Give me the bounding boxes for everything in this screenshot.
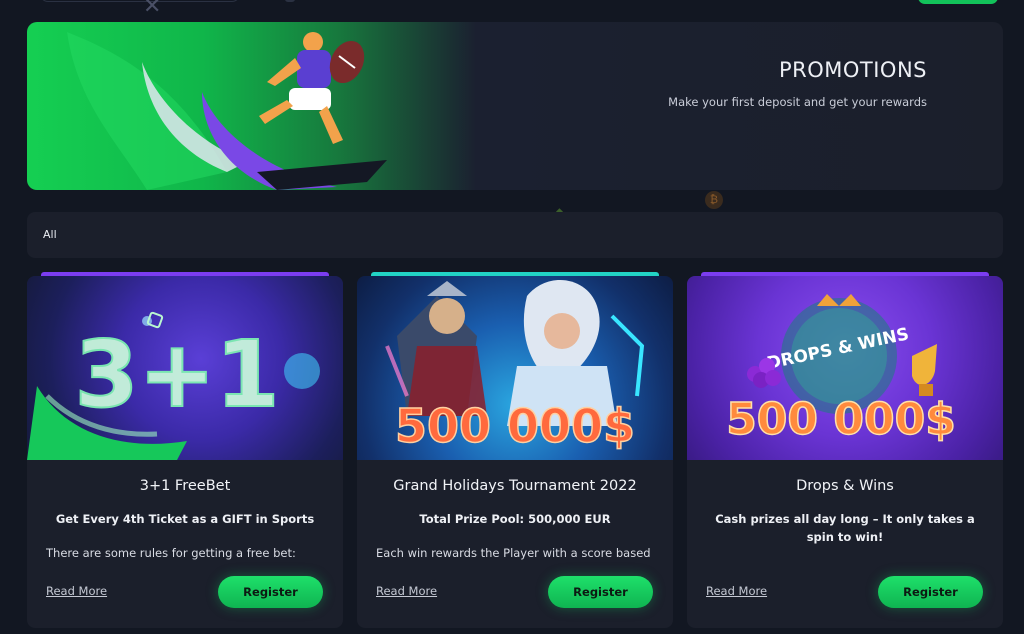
promo-card-freebet: 3+1 3+1 FreeBet Get Every 4th Ticket as …: [27, 272, 343, 628]
promo-card-drops-wins: DROPS & WINS 500 000$ Drops & Wins Cash …: [687, 272, 1003, 628]
header-search-field[interactable]: [40, 0, 240, 2]
close-icon[interactable]: ✕: [143, 0, 161, 19]
read-more-link[interactable]: Read More: [376, 584, 437, 598]
card-subtitle: Cash prizes all day long – It only takes…: [715, 512, 975, 544]
promo-image-drops-wins[interactable]: DROPS & WINS 500 000$: [687, 276, 1003, 460]
read-more-link[interactable]: Read More: [46, 584, 107, 598]
register-button[interactable]: Register: [218, 576, 323, 608]
filter-tab-all[interactable]: All: [43, 228, 57, 241]
promo-image-tournament[interactable]: 500 000$: [357, 276, 673, 460]
top-header: ✕: [0, 0, 1024, 19]
card-subtitle: Get Every 4th Ticket as a GIFT in Sports: [55, 512, 315, 526]
register-button[interactable]: Register: [548, 576, 653, 608]
card-description: Each win rewards the Player with a score…: [376, 546, 651, 560]
promotions-banner: PROMOTIONS Make your first deposit and g…: [27, 22, 1003, 190]
football-player-illustration: [67, 32, 387, 190]
bitcoin-icon: ₿: [705, 191, 723, 209]
header-action-button[interactable]: [918, 0, 998, 4]
header-indicator: [285, 0, 295, 2]
card-title: 3+1 FreeBet: [139, 478, 231, 494]
card-description: There are some rules for getting a free …: [46, 546, 296, 560]
promo-image-freebet[interactable]: 3+1: [27, 276, 343, 460]
read-more-link[interactable]: Read More: [706, 584, 767, 598]
card-title: Drops & Wins: [796, 478, 894, 494]
register-button[interactable]: Register: [878, 576, 983, 608]
category-filter-bar: All: [27, 212, 1003, 258]
promo-card-holidays-tournament: 500 000$ Grand Holidays Tournament 2022 …: [357, 272, 673, 628]
page-title: PROMOTIONS: [778, 58, 927, 82]
page-subtitle: Make your first deposit and get your rew…: [668, 95, 927, 109]
art-text: 3+1: [74, 321, 279, 428]
art-text: 500 000$: [395, 399, 635, 453]
art-text: 500 000$: [726, 394, 956, 445]
card-title: Grand Holidays Tournament 2022: [393, 478, 637, 494]
card-subtitle: Total Prize Pool: 500,000 EUR: [419, 512, 611, 526]
